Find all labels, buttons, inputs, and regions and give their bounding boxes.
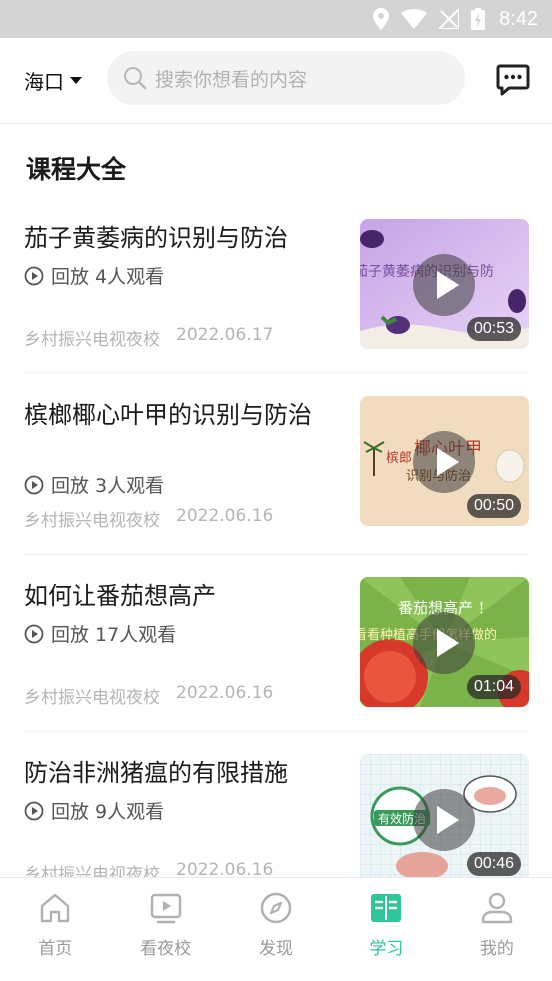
nav-label: 发现 bbox=[259, 939, 294, 959]
replay-icon bbox=[24, 266, 44, 285]
duration-badge: 00:53 bbox=[466, 317, 521, 341]
nav-label: 我的 bbox=[479, 939, 514, 959]
home-icon bbox=[41, 893, 70, 923]
replay-label: 回放 bbox=[51, 475, 90, 497]
nav-label: 看夜校 bbox=[140, 939, 192, 959]
top-header: 海口 搜索你想看的内容 bbox=[0, 38, 552, 124]
caret-down-icon bbox=[70, 76, 82, 84]
section-title: 课程大全 bbox=[26, 155, 127, 184]
course-item[interactable]: 如何让番茄想高产 回放 17人观看 乡村振兴电视夜校 2022.06.16 番茄… bbox=[24, 577, 529, 708]
nav-item-study[interactable]: 学习 bbox=[331, 878, 441, 981]
replay-icon bbox=[24, 475, 44, 494]
duration-badge: 00:46 bbox=[466, 852, 521, 876]
replay-icon bbox=[24, 801, 44, 820]
source-name: 乡村振兴电视夜校 bbox=[24, 330, 160, 350]
source-name: 乡村振兴电视夜校 bbox=[24, 511, 160, 531]
viewer-count: 9人观看 bbox=[95, 801, 165, 823]
play-icon[interactable] bbox=[413, 612, 475, 674]
divider bbox=[24, 554, 529, 555]
video-thumbnail[interactable]: 茄子黄萎病的识别与防 00:53 bbox=[360, 219, 529, 349]
divider bbox=[24, 731, 529, 732]
wifi-icon bbox=[401, 9, 428, 29]
nav-label: 学习 bbox=[369, 939, 404, 959]
publish-date: 2022.06.17 bbox=[176, 325, 274, 345]
replay-label: 回放 bbox=[51, 266, 90, 288]
viewer-count: 3人观看 bbox=[95, 475, 165, 497]
city-label: 海口 bbox=[24, 69, 64, 94]
nav-label: 首页 bbox=[38, 939, 73, 959]
search-icon bbox=[124, 67, 147, 90]
duration-badge: 01:04 bbox=[466, 675, 521, 699]
message-icon[interactable] bbox=[496, 62, 530, 96]
bottom-nav: 首页 看夜校 发现 学习 我的 bbox=[0, 877, 552, 981]
viewer-count: 4人观看 bbox=[95, 266, 165, 288]
search-placeholder: 搜索你想看的内容 bbox=[155, 68, 308, 91]
nav-item-home[interactable]: 首页 bbox=[0, 878, 110, 981]
course-item[interactable]: 槟榔椰心叶甲的识别与防治 回放 3人观看 乡村振兴电视夜校 2022.06.16… bbox=[24, 396, 529, 531]
video-thumbnail[interactable]: 槟郎 椰心叶甲 识别与防治 00:50 bbox=[360, 396, 529, 526]
duration-badge: 00:50 bbox=[466, 494, 521, 518]
course-meta: 回放 9人观看 bbox=[24, 797, 164, 824]
course-title: 防治非洲猪瘟的有限措施 bbox=[24, 759, 288, 787]
battery-icon bbox=[471, 8, 486, 30]
replay-label: 回放 bbox=[51, 801, 90, 823]
user-icon bbox=[481, 892, 513, 924]
video-thumbnail[interactable]: 有效防治 00:46 bbox=[360, 754, 529, 884]
play-icon[interactable] bbox=[413, 431, 475, 493]
course-meta: 回放 17人观看 bbox=[24, 620, 176, 647]
course-item[interactable]: 防治非洲猪瘟的有限措施 回放 9人观看 乡村振兴电视夜校 2022.06.16 … bbox=[24, 754, 529, 885]
search-input[interactable]: 搜索你想看的内容 bbox=[107, 51, 465, 105]
course-meta: 回放 4人观看 bbox=[24, 262, 164, 289]
status-time: 8:42 bbox=[499, 7, 538, 30]
compass-icon bbox=[260, 892, 292, 924]
location-icon bbox=[373, 8, 390, 30]
thumbnail-text: 槟郎 bbox=[386, 450, 412, 466]
course-item[interactable]: 茄子黄萎病的识别与防治 回放 4人观看 乡村振兴电视夜校 2022.06.17 … bbox=[24, 219, 529, 350]
nav-item-profile[interactable]: 我的 bbox=[442, 878, 552, 981]
viewer-count: 17人观看 bbox=[95, 624, 177, 646]
course-source: 乡村振兴电视夜校 2022.06.17 bbox=[24, 325, 273, 350]
video-thumbnail[interactable]: 番茄想高产 ！ 看看种植高手们怎样做的 01:04 bbox=[360, 577, 529, 707]
course-title: 如何让番茄想高产 bbox=[24, 582, 216, 610]
play-icon[interactable] bbox=[413, 254, 475, 316]
source-name: 乡村振兴电视夜校 bbox=[24, 688, 160, 708]
book-icon bbox=[371, 894, 402, 922]
replay-label: 回放 bbox=[51, 624, 90, 646]
publish-date: 2022.06.16 bbox=[176, 683, 274, 703]
signal-icon bbox=[439, 9, 460, 29]
course-title: 茄子黄萎病的识别与防治 bbox=[24, 224, 288, 252]
status-bar: 8:42 bbox=[0, 0, 552, 38]
nav-item-night-school[interactable]: 看夜校 bbox=[110, 878, 220, 981]
course-title: 槟榔椰心叶甲的识别与防治 bbox=[24, 401, 312, 429]
video-icon bbox=[150, 893, 181, 924]
course-source: 乡村振兴电视夜校 2022.06.16 bbox=[24, 683, 273, 708]
nav-item-discover[interactable]: 发现 bbox=[221, 878, 331, 981]
course-source: 乡村振兴电视夜校 2022.06.16 bbox=[24, 506, 273, 531]
play-icon[interactable] bbox=[413, 789, 475, 851]
city-selector[interactable]: 海口 bbox=[24, 64, 82, 96]
divider bbox=[24, 372, 529, 373]
replay-icon bbox=[24, 624, 44, 643]
publish-date: 2022.06.16 bbox=[176, 506, 274, 526]
course-meta: 回放 3人观看 bbox=[24, 471, 164, 498]
